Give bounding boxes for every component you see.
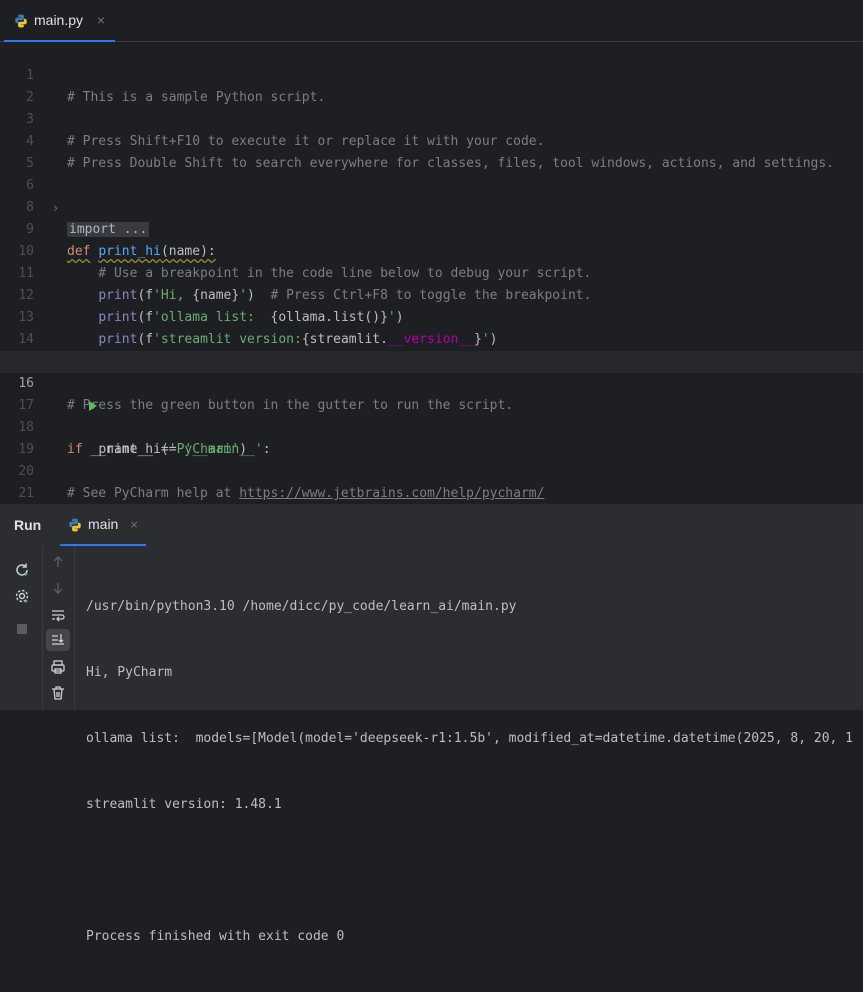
code-line: 5 (0, 131, 863, 171)
code-line: 2 (0, 65, 863, 105)
console-line: /usr/bin/python3.10 /home/dicc/py_code/l… (86, 599, 517, 614)
code-line: 11 print(f'Hi, {name}') # Press Ctrl+F8 … (0, 241, 863, 303)
run-gutter-icon[interactable] (40, 373, 97, 411)
run-side-toolbar (0, 546, 43, 710)
tab-main-py[interactable]: main.py × (4, 0, 116, 42)
code-line-current: 16 # Press the green button in the gutte… (0, 351, 863, 413)
code-line: 20 # See PyCharm help at https://www.jet… (0, 439, 863, 501)
run-tool-window-header: Run main × (0, 503, 863, 546)
line-number: 21 (18, 486, 34, 501)
run-tab-label: main (88, 516, 119, 532)
run-tab-close-icon[interactable]: × (130, 517, 138, 532)
console-line: Process finished with exit code 0 (86, 929, 345, 944)
soft-wrap-icon[interactable] (48, 605, 68, 625)
code-line: 14 (0, 307, 863, 347)
code-line: 13 print(f'streamlit version:{streamlit.… (0, 285, 863, 347)
code-line: 8 (0, 175, 863, 215)
code-line: 3 # Press Shift+F10 to execute it or rep… (0, 87, 863, 149)
code-line: 10 # Use a breakpoint in the code line b… (0, 219, 863, 281)
arrow-up-icon[interactable] (48, 552, 68, 572)
console-line: ollama list: models=[Model(model='deepse… (86, 731, 854, 746)
code-comment: # See PyCharm help at (67, 486, 240, 501)
editor-tab-bar: main.py × (0, 0, 863, 42)
run-window-title: Run (14, 517, 42, 533)
code-line: 9 def print_hi(name): (0, 197, 863, 259)
python-icon (68, 517, 82, 532)
console-line: Hi, PyCharm (86, 665, 173, 680)
code-line: 17 if __name__ == '__main__': (0, 373, 863, 457)
code-line: 4 # Press Double Shift to search everywh… (0, 109, 863, 171)
settings-icon[interactable] (12, 586, 32, 606)
help-link[interactable]: https://www.jetbrains.com/help/pycharm/ (239, 486, 544, 501)
code-editor[interactable]: 1 # This is a sample Python script. 2 3 … (0, 42, 863, 502)
code-line: 6 › import ... (0, 153, 863, 237)
code-line: 21 (0, 461, 863, 501)
print-icon[interactable] (48, 657, 68, 677)
code-line: 12 print(f'ollama list: {ollama.list()}'… (0, 263, 863, 325)
code-line: 1 # This is a sample Python script. (0, 43, 863, 105)
tab-label: main.py (34, 12, 84, 28)
stop-icon[interactable] (12, 619, 32, 639)
tab-close-icon[interactable]: × (97, 12, 105, 28)
trash-icon[interactable] (48, 683, 68, 703)
run-tool-window: /usr/bin/python3.10 /home/dicc/py_code/l… (0, 546, 863, 944)
python-icon (14, 13, 28, 28)
console-output[interactable]: /usr/bin/python3.10 /home/dicc/py_code/l… (86, 552, 863, 992)
scroll-to-end-icon[interactable] (46, 629, 70, 651)
console-toolbar (42, 546, 75, 710)
arrow-down-icon[interactable] (48, 578, 68, 598)
console-line: streamlit version: 1.48.1 (86, 797, 282, 812)
code-line: 15 (0, 329, 863, 369)
rerun-icon[interactable] (12, 560, 32, 580)
code-line: 18 print_hi('PyCharm') (0, 395, 863, 457)
code-line: 19 (0, 417, 863, 457)
run-tab-main[interactable]: main × (60, 504, 146, 546)
